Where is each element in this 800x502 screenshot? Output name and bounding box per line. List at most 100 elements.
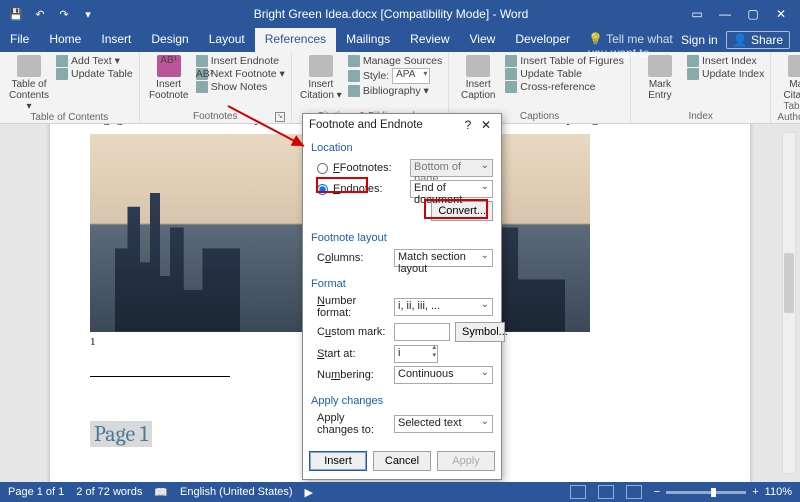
cross-ref-button[interactable]: Cross-reference xyxy=(505,81,624,93)
group-label: Footnotes↘ xyxy=(146,111,285,123)
format-legend: Format xyxy=(311,278,493,290)
endnotes-location-select[interactable]: End of document xyxy=(410,180,493,198)
status-bar: Page 1 of 1 2 of 72 words 📖 English (Uni… xyxy=(0,482,800,502)
dialog-help-button[interactable]: ? xyxy=(459,118,477,132)
numbering-select[interactable]: Continuous xyxy=(394,366,493,384)
insert-tof-button[interactable]: Insert Table of Figures xyxy=(505,55,624,67)
status-words[interactable]: 2 of 72 words xyxy=(76,486,142,498)
tab-insert[interactable]: Insert xyxy=(91,28,141,52)
footnotes-dialog-launcher[interactable]: ↘ xyxy=(275,112,285,122)
zoom-out-icon[interactable]: − xyxy=(654,486,660,498)
qat-more-icon[interactable]: ▾ xyxy=(80,6,96,22)
insert-endnote-button[interactable]: Insert Endnote xyxy=(196,55,285,67)
endnotes-radio[interactable] xyxy=(317,184,328,195)
tab-view[interactable]: View xyxy=(460,28,506,52)
tab-developer[interactable]: Developer xyxy=(505,28,580,52)
bibliography-button[interactable]: Bibliography ▾ xyxy=(348,85,442,97)
insert-index-button[interactable]: Insert Index xyxy=(687,55,764,67)
insert-button[interactable]: Insert xyxy=(309,451,367,471)
start-at-spinner[interactable]: i xyxy=(394,345,438,363)
print-layout-button[interactable] xyxy=(598,485,614,499)
columns-select[interactable]: Match section layout xyxy=(394,249,493,267)
tab-home[interactable]: Home xyxy=(39,28,91,52)
endnotes-label[interactable]: Endnotes: xyxy=(333,183,405,195)
add-text-icon xyxy=(56,55,68,67)
minimize-button[interactable]: — xyxy=(718,7,732,21)
next-footnote-button[interactable]: AB¹Next Footnote ▾ xyxy=(196,68,285,80)
xref-icon xyxy=(505,81,517,93)
tab-review[interactable]: Review xyxy=(400,28,459,52)
sign-in-link[interactable]: Sign in xyxy=(681,33,718,47)
footnote-icon: AB¹ xyxy=(157,55,181,77)
mark-citation-button[interactable]: Mark Citation xyxy=(777,55,800,101)
zoom-slider[interactable] xyxy=(666,491,746,494)
mark-entry-button[interactable]: Mark Entry xyxy=(637,55,683,101)
tell-me[interactable]: 💡 Tell me what you want to do... xyxy=(580,28,681,52)
close-button[interactable]: ✕ xyxy=(774,7,788,21)
style-icon xyxy=(348,70,360,82)
add-text-button[interactable]: Add Text ▾ xyxy=(56,55,133,67)
group-footnotes: AB¹Insert Footnote Insert Endnote AB¹Nex… xyxy=(140,52,292,123)
citation-icon xyxy=(309,55,333,77)
style-select[interactable]: APA xyxy=(392,68,430,84)
apply-to-select[interactable]: Selected text xyxy=(394,415,493,433)
status-page[interactable]: Page 1 of 1 xyxy=(8,486,64,498)
show-notes-button[interactable]: Show Notes xyxy=(196,81,285,93)
maximize-button[interactable]: ▢ xyxy=(746,7,760,21)
footnote-endnote-dialog: Footnote and Endnote ? ✕ Location FFootn… xyxy=(302,113,502,480)
group-label: Index xyxy=(637,111,764,123)
custom-mark-input[interactable] xyxy=(394,323,450,341)
zoom-in-icon[interactable]: + xyxy=(752,486,758,498)
web-layout-button[interactable] xyxy=(626,485,642,499)
ribbon-tabs: File Home Insert Design Layout Reference… xyxy=(0,28,800,52)
dialog-titlebar[interactable]: Footnote and Endnote ? ✕ xyxy=(303,114,501,136)
tab-design[interactable]: Design xyxy=(141,28,198,52)
update-tof-button[interactable]: Update Table xyxy=(505,68,624,80)
read-mode-button[interactable] xyxy=(570,485,586,499)
bib-icon xyxy=(348,85,360,97)
apply-to-label: Apply changes to: xyxy=(317,412,389,436)
mark-entry-icon xyxy=(648,55,672,77)
index-icon xyxy=(687,55,699,67)
scroll-thumb[interactable] xyxy=(784,253,794,313)
endnote-icon xyxy=(196,55,208,67)
cancel-button[interactable]: Cancel xyxy=(373,451,431,471)
tab-references[interactable]: References xyxy=(255,28,336,52)
zoom-control[interactable]: − + 110% xyxy=(654,486,792,498)
status-lang[interactable]: English (United States) xyxy=(180,486,293,498)
macro-icon[interactable]: ▶ xyxy=(305,486,313,499)
symbol-button[interactable]: Symbol... xyxy=(455,322,505,342)
toc-icon xyxy=(17,55,41,77)
tab-layout[interactable]: Layout xyxy=(199,28,255,52)
mark-citation-icon xyxy=(788,55,800,77)
window-title: Bright Green Idea.docx [Compatibility Mo… xyxy=(104,7,678,21)
footnotes-radio[interactable] xyxy=(317,163,328,174)
insert-footnote-button[interactable]: AB¹Insert Footnote xyxy=(146,55,192,101)
ribbon-options-icon[interactable]: ▭ xyxy=(690,7,704,21)
share-button[interactable]: 👤 Share xyxy=(726,31,790,49)
apply-button[interactable]: Apply xyxy=(437,451,495,471)
layout-legend: Footnote layout xyxy=(311,232,493,244)
toc-button[interactable]: Table of Contents ▾ xyxy=(6,55,52,112)
proofing-icon[interactable]: 📖 xyxy=(154,486,168,499)
dialog-close-button[interactable]: ✕ xyxy=(477,118,495,132)
save-icon[interactable]: 💾 xyxy=(8,6,24,22)
title-bar: 💾 ↶ ↷ ▾ Bright Green Idea.docx [Compatib… xyxy=(0,0,800,28)
footnotes-label[interactable]: FFootnotes: xyxy=(333,162,405,174)
page-number-field[interactable]: Page 1 xyxy=(90,421,152,447)
undo-icon[interactable]: ↶ xyxy=(32,6,48,22)
manage-sources-button[interactable]: Manage Sources xyxy=(348,55,442,67)
columns-label: Columns: xyxy=(317,252,389,264)
update-index-button[interactable]: Update Index xyxy=(687,68,764,80)
insert-caption-button[interactable]: Insert Caption xyxy=(455,55,501,101)
tab-file[interactable]: File xyxy=(0,28,39,52)
group-index: Mark Entry Insert Index Update Index Ind… xyxy=(631,52,771,123)
update-toc-button[interactable]: Update Table xyxy=(56,68,133,80)
zoom-value[interactable]: 110% xyxy=(765,486,792,498)
vertical-scrollbar[interactable] xyxy=(782,132,796,474)
insert-citation-button[interactable]: Insert Citation ▾ xyxy=(298,55,344,101)
redo-icon[interactable]: ↷ xyxy=(56,6,72,22)
footnotes-location-select: Bottom of page xyxy=(410,159,493,177)
number-format-select[interactable]: i, ii, iii, ... xyxy=(394,298,493,316)
tab-mailings[interactable]: Mailings xyxy=(336,28,400,52)
